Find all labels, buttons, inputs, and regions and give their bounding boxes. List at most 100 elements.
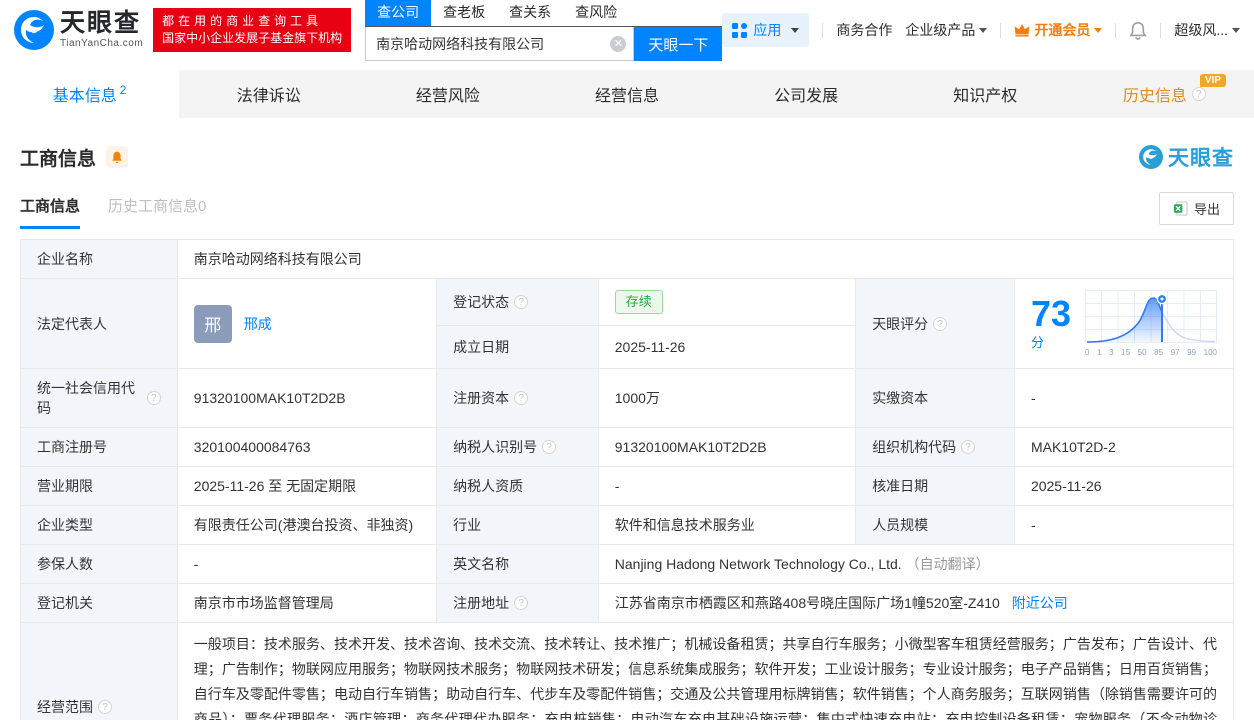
taxpayer-id-value: 91320100MAK10T2D2B bbox=[597, 427, 857, 467]
paid-capital-label: 实缴资本 bbox=[855, 368, 1015, 428]
tab-operation-info[interactable]: 经营信息 bbox=[537, 70, 716, 118]
top-navigation: 应用 商务合作 企业级产品 开通会员 超级风... bbox=[722, 13, 1240, 47]
help-icon[interactable]: ? bbox=[146, 391, 161, 405]
tab-basic-info-label: 基本信息 bbox=[52, 88, 117, 105]
nav-business-cooperation[interactable]: 商务合作 bbox=[836, 20, 892, 40]
help-icon[interactable]: ? bbox=[514, 295, 529, 310]
score-value: 73 bbox=[1030, 293, 1071, 334]
reg-number-value: 320100400084763 bbox=[176, 427, 438, 467]
tab-legal-litigation[interactable]: 法律诉讼 bbox=[179, 70, 358, 118]
table-row: 营业期限 2025-11-26 至 无固定期限 纳税人资质 - 核准日期 202… bbox=[20, 466, 1235, 506]
crown-icon bbox=[1015, 24, 1030, 37]
divider bbox=[1000, 22, 1002, 38]
english-name-value: Nanjing Hadong Network Technology Co., L… bbox=[597, 544, 1235, 584]
vip-badge: VIP bbox=[1199, 74, 1226, 87]
reg-authority-value: 南京市市场监督管理局 bbox=[176, 583, 438, 623]
legal-rep-label: 法定代表人 bbox=[20, 278, 178, 369]
export-button[interactable]: 导出 bbox=[1158, 192, 1234, 225]
table-row: 参保人数 - 英文名称 Nanjing Hadong Network Techn… bbox=[20, 544, 1235, 584]
business-term-value: 2025-11-26 至 无固定期限 bbox=[176, 466, 438, 506]
nav-open-vip[interactable]: 开通会员 bbox=[1014, 20, 1103, 40]
business-scope-label: 经营范围? bbox=[20, 622, 178, 720]
score-unit: 分 bbox=[1030, 335, 1044, 350]
taxpayer-quality-label: 纳税人资质 bbox=[436, 466, 599, 506]
org-code-label: 组织机构代码? bbox=[855, 427, 1015, 467]
table-row: 统一社会信用代码? 91320100MAK10T2D2B 注册资本? 1000万… bbox=[20, 368, 1235, 428]
score-label-text: 天眼评分 bbox=[872, 315, 929, 332]
help-icon[interactable]: ? bbox=[542, 440, 557, 454]
notifications-bell-icon[interactable] bbox=[1129, 21, 1147, 40]
help-icon[interactable]: ? bbox=[961, 440, 976, 454]
company-name-label: 企业名称 bbox=[20, 239, 178, 279]
divider bbox=[1115, 22, 1117, 38]
industry-label: 行业 bbox=[436, 505, 599, 545]
table-row: 工商注册号 320100400084763 纳税人识别号? 91320100MA… bbox=[20, 427, 1235, 467]
subtab-row: 工商信息 历史工商信息0 导出 bbox=[20, 192, 1234, 229]
help-icon[interactable]: ? bbox=[933, 316, 948, 331]
table-row: 法定代表人 邢 邢成 登记状态? 存续 天眼评分? 73分 0 1 3 15 5… bbox=[20, 277, 1235, 369]
legal-rep-cell: 邢 邢成 bbox=[176, 278, 438, 369]
search-tab-boss[interactable]: 查老板 bbox=[431, 0, 497, 26]
reg-number-label: 工商注册号 bbox=[20, 427, 178, 467]
establish-date-label: 成立日期 bbox=[436, 325, 599, 369]
staff-size-value: - bbox=[1013, 505, 1235, 545]
reg-authority-label: 登记机关 bbox=[20, 583, 178, 623]
tab-basic-info[interactable]: 基本信息 2 bbox=[0, 70, 180, 118]
monitor-bell-icon[interactable] bbox=[106, 146, 129, 168]
search-tab-risk[interactable]: 查风险 bbox=[563, 0, 629, 26]
reg-status-label: 登记状态? bbox=[436, 277, 599, 327]
help-icon[interactable]: ? bbox=[514, 596, 529, 610]
apps-label: 应用 bbox=[753, 22, 782, 38]
apps-grid-icon bbox=[732, 22, 748, 38]
tab-operation-risk[interactable]: 经营风险 bbox=[358, 70, 537, 118]
subtab-history-business-info[interactable]: 历史工商信息0 bbox=[108, 195, 206, 229]
table-row: 登记机关 南京市市场监督管理局 注册地址? 江苏省南京市栖霞区和燕路408号晓庄… bbox=[20, 583, 1235, 623]
header: 天眼查 TianYanCha.com 都在用的商业查询工具 国家中小企业发展子基… bbox=[0, 0, 1254, 61]
taxpayer-quality-value: - bbox=[597, 466, 857, 506]
tab-history-info[interactable]: VIP 历史信息 ? bbox=[1075, 70, 1254, 118]
tab-intellectual-property[interactable]: 知识产权 bbox=[896, 70, 1075, 118]
vip-label: 开通会员 bbox=[1034, 22, 1091, 38]
tianyancha-logo[interactable]: 天眼查 TianYanCha.com bbox=[14, 10, 143, 50]
legal-rep-link[interactable]: 邢成 bbox=[244, 314, 272, 334]
status-badge: 存续 bbox=[614, 290, 663, 315]
paid-capital-value: - bbox=[1013, 368, 1235, 428]
help-icon[interactable]: ? bbox=[514, 391, 529, 405]
tab-history-info-label: 历史信息 bbox=[1122, 88, 1187, 105]
company-type-label: 企业类型 bbox=[20, 505, 178, 545]
score-distribution-chart: 0 1 3 15 50 85 97 99 100 bbox=[1085, 290, 1217, 357]
reg-capital-label: 注册资本? bbox=[436, 368, 599, 428]
search-tabs: 查公司 查老板 查关系 查风险 bbox=[365, 0, 723, 27]
chevron-down-icon bbox=[1232, 27, 1240, 33]
legal-rep-avatar[interactable]: 邢 bbox=[193, 304, 232, 343]
insured-count-value: - bbox=[176, 544, 438, 584]
business-info-table: 企业名称 南京哈动网络科技有限公司 法定代表人 邢 邢成 登记状态? 存续 天眼… bbox=[20, 239, 1235, 720]
search-tab-relation[interactable]: 查关系 bbox=[497, 0, 563, 26]
apps-menu[interactable]: 应用 bbox=[722, 13, 810, 47]
nav-super-risk[interactable]: 超级风... bbox=[1174, 20, 1240, 40]
tab-company-development[interactable]: 公司发展 bbox=[717, 70, 896, 118]
business-scope-value: 一般项目：技术服务、技术开发、技术咨询、技术交流、技术转让、技术推广；机械设备租… bbox=[176, 622, 1235, 720]
nearby-companies-link[interactable]: 附近公司 bbox=[1012, 595, 1068, 611]
score-label: 天眼评分? bbox=[855, 278, 1015, 369]
business-term-label: 营业期限 bbox=[20, 466, 178, 506]
enterprise-label: 企业级产品 bbox=[905, 22, 976, 38]
reg-address-label: 注册地址? bbox=[436, 583, 599, 623]
super-risk-label: 超级风... bbox=[1174, 22, 1228, 38]
help-icon[interactable]: ? bbox=[1191, 87, 1206, 101]
watermark-text: 天眼查 bbox=[1168, 147, 1234, 170]
staff-size-label: 人员规模 bbox=[855, 505, 1015, 545]
establish-date-value: 2025-11-26 bbox=[597, 325, 857, 369]
company-type-value: 有限责任公司(港澳台投资、非独资) bbox=[176, 505, 438, 545]
search-tab-company[interactable]: 查公司 bbox=[365, 0, 432, 26]
help-icon[interactable]: ? bbox=[98, 700, 112, 714]
subtab-business-info[interactable]: 工商信息 bbox=[20, 195, 81, 229]
reg-address-value: 江苏省南京市栖霞区和燕路408号晓庄国际广场1幢520室-Z410 附近公司 bbox=[597, 583, 1235, 623]
reg-status-label-text: 登记状态 bbox=[453, 294, 510, 311]
search-button[interactable]: 天眼一下 bbox=[634, 27, 723, 61]
slogan-line2: 国家中小企业发展子基金旗下机构 bbox=[162, 31, 343, 45]
tianyancha-watermark: 天眼查 bbox=[1139, 142, 1234, 172]
table-row: 经营范围? 一般项目：技术服务、技术开发、技术咨询、技术交流、技术转让、技术推广… bbox=[20, 622, 1235, 720]
search-input[interactable] bbox=[365, 27, 635, 61]
nav-enterprise-products[interactable]: 企业级产品 bbox=[905, 20, 988, 40]
